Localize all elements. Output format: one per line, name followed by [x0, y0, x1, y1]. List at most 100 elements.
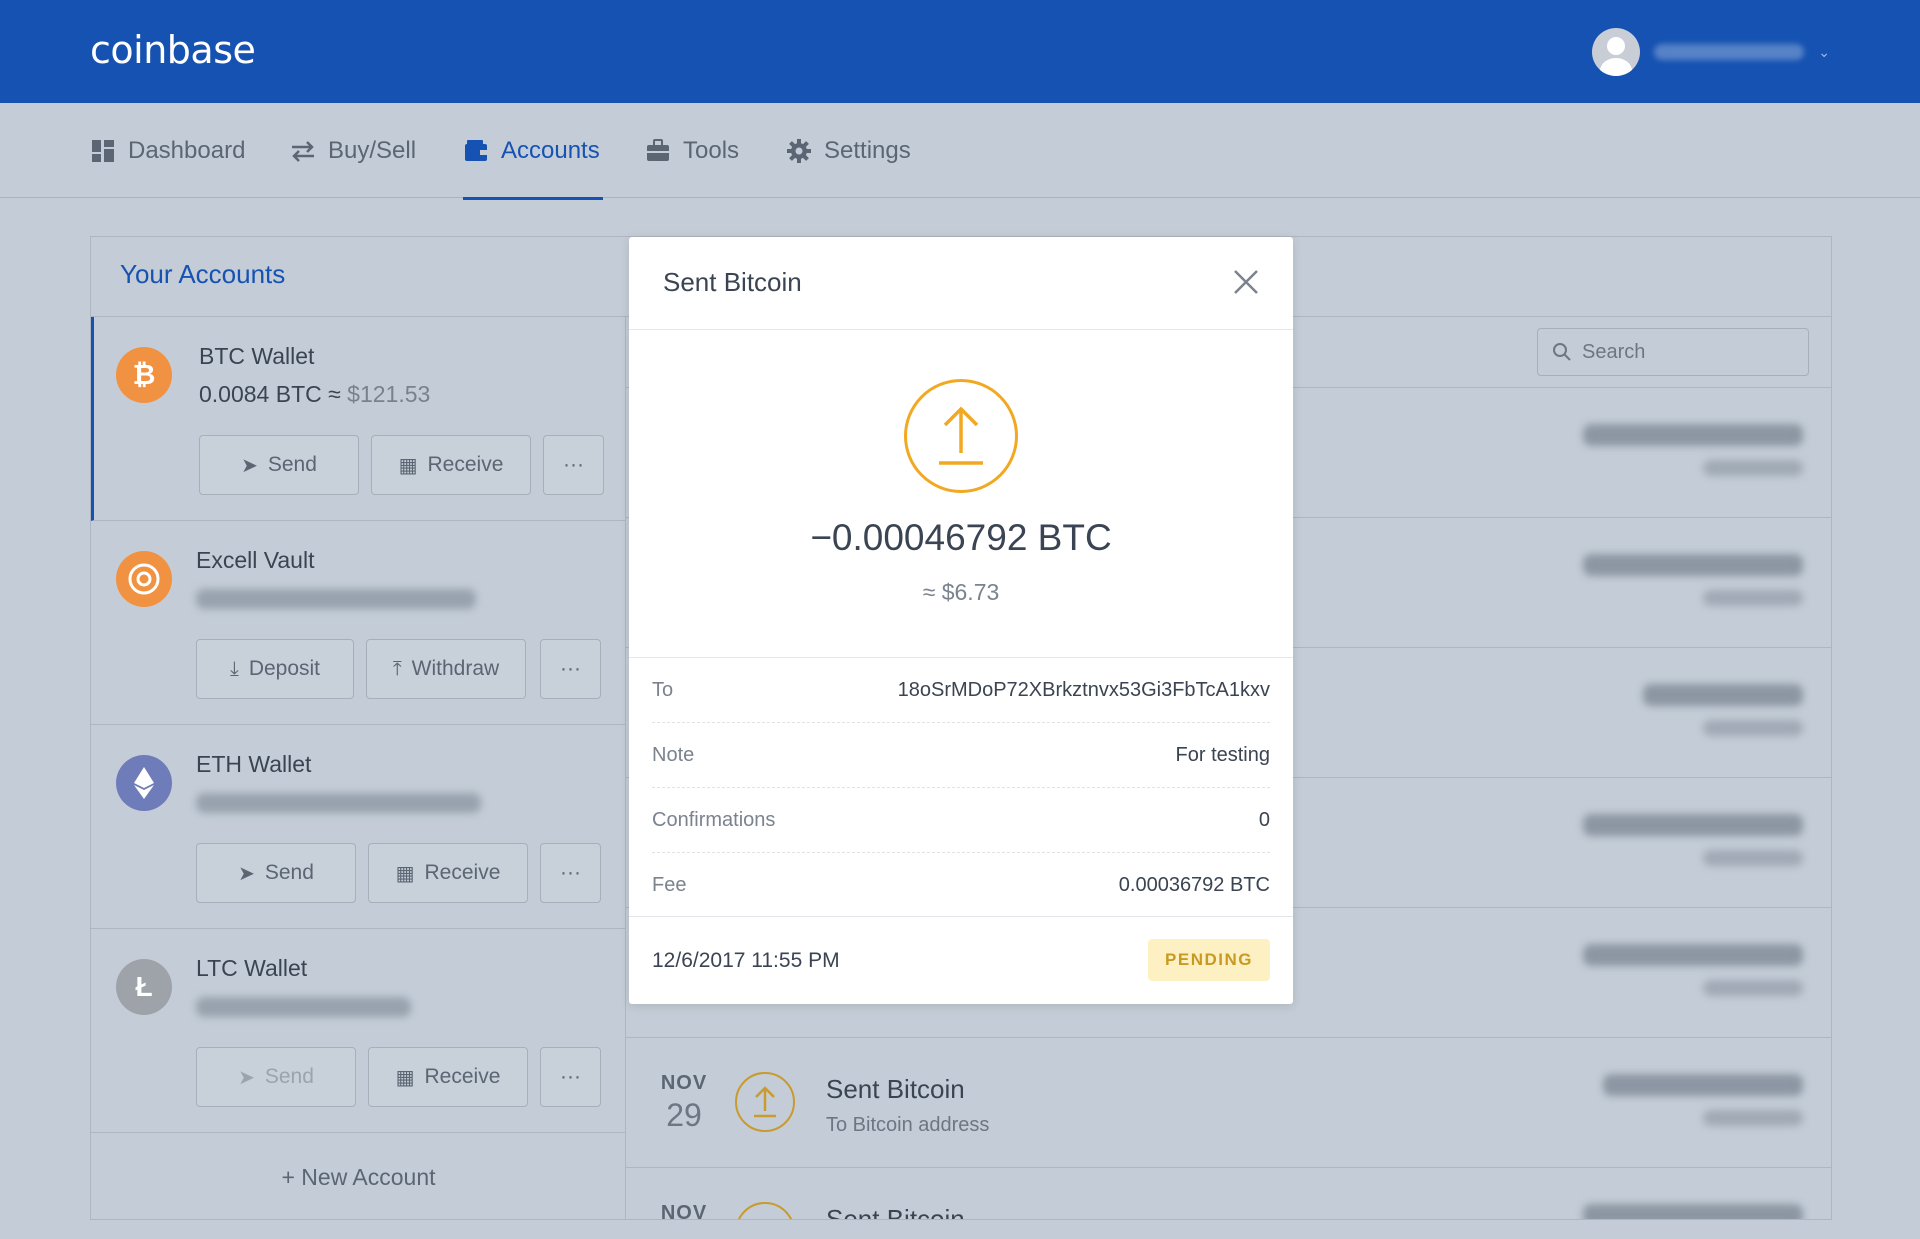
exchange-arrows-icon [290, 138, 316, 164]
send-button[interactable]: ➤ Send [196, 843, 356, 903]
search-icon [1553, 343, 1571, 361]
receive-label: Receive [427, 453, 504, 476]
nav-label: Buy/Sell [328, 137, 417, 164]
detail-label: To [652, 678, 674, 701]
vault-icon [116, 551, 172, 607]
close-icon[interactable] [1229, 265, 1263, 299]
transaction-row[interactable]: NOV 29 Sent Bitcoin To Bitcoin address [626, 1037, 1831, 1167]
transaction-title: Sent Bitcoin [826, 1204, 965, 1220]
receive-button[interactable]: ▦ Receive [368, 843, 528, 903]
receive-button[interactable]: ▦ Receive [368, 1047, 528, 1107]
transaction-fiat: ≈ $6.73 [922, 579, 1000, 605]
transaction-subtitle: To Bitcoin address [826, 1114, 990, 1136]
new-account-button[interactable]: + New Account [91, 1133, 626, 1219]
nav-dashboard[interactable]: Dashboard [90, 133, 245, 169]
ethereum-icon [116, 755, 172, 811]
panel-title: Your Accounts [120, 259, 286, 289]
detail-label: Note [652, 743, 695, 766]
more-options-button[interactable]: ··· [540, 843, 601, 903]
account-name: ETH Wallet [196, 751, 312, 777]
withdraw-label: Withdraw [411, 657, 500, 680]
nav-accounts[interactable]: Accounts [463, 133, 600, 169]
search-input[interactable]: Search [1537, 328, 1809, 376]
search-placeholder: Search [1582, 340, 1646, 363]
transaction-title: Sent Bitcoin [826, 1074, 965, 1104]
redacted-amount [1583, 814, 1803, 836]
redacted-amount [1603, 1074, 1803, 1096]
redacted-fiat [1703, 850, 1803, 866]
account-name: BTC Wallet [199, 343, 315, 369]
sent-arrow-icon [735, 1072, 795, 1132]
transaction-detail-modal: Sent Bitcoin −0.00046792 BTC ≈ $6.73 To 1… [629, 237, 1293, 1004]
dashboard-icon [90, 138, 116, 164]
coinbase-logo[interactable]: coinbase [90, 28, 256, 72]
account-excell-vault[interactable]: Excell Vault ⤓ Deposit ⤒ Withdraw ··· [91, 521, 626, 725]
account-ltc-wallet[interactable]: Ł LTC Wallet ➤ Send ▦ Receive ··· [91, 929, 626, 1133]
account-name: LTC Wallet [196, 955, 308, 981]
transaction-month: NOV [660, 1202, 708, 1220]
detail-row-to: To 18oSrMDoP72XBrkztnvx53Gi3FbTcA1kxv [652, 658, 1270, 723]
transaction-date: NOV [654, 1202, 714, 1220]
transaction-row[interactable]: NOV Sent Bitcoin [626, 1167, 1831, 1220]
account-eth-wallet[interactable]: ETH Wallet ➤ Send ▦ Receive ··· [91, 725, 626, 929]
nav-label: Settings [824, 137, 911, 164]
chevron-down-icon[interactable]: ⌄ [1818, 44, 1830, 61]
more-options-button[interactable]: ··· [543, 435, 604, 495]
redacted-amount [1583, 944, 1803, 966]
user-menu[interactable]: ⌄ [1592, 28, 1830, 76]
redacted-balance [196, 589, 476, 609]
more-options-button[interactable]: ··· [540, 1047, 601, 1107]
modal-footer: 12/6/2017 11:55 PM PENDING [629, 916, 1293, 1004]
qr-code-icon: ▦ [395, 862, 415, 885]
deposit-label: Deposit [248, 657, 321, 680]
redacted-amount [1583, 554, 1803, 576]
top-bar: coinbase ⌄ [0, 0, 1920, 103]
send-icon: ➤ [238, 862, 255, 885]
more-label: ··· [560, 1065, 581, 1088]
accounts-sidebar: ₿ BTC Wallet 0.0084 BTC ≈ $121.53 ➤ Send … [91, 317, 626, 1219]
transaction-day: 29 [666, 1097, 702, 1133]
detail-label: Confirmations [652, 808, 776, 831]
nav-tools[interactable]: Tools [645, 133, 739, 169]
qr-code-icon: ▦ [398, 454, 418, 477]
redacted-balance [196, 997, 411, 1017]
transaction-date: NOV 29 [654, 1072, 714, 1134]
account-btc-wallet[interactable]: ₿ BTC Wallet 0.0084 BTC ≈ $121.53 ➤ Send … [91, 317, 626, 521]
status-badge: PENDING [1148, 939, 1270, 981]
nav-settings[interactable]: Settings [786, 133, 911, 169]
active-tab-indicator [463, 197, 603, 200]
redacted-fiat [1703, 980, 1803, 996]
detail-row-fee: Fee 0.00036792 BTC [652, 853, 1270, 918]
gear-icon [786, 138, 812, 164]
deposit-button[interactable]: ⤓ Deposit [196, 639, 354, 699]
transaction-amount: −0.00046792 BTC [810, 517, 1112, 558]
withdraw-button[interactable]: ⤒ Withdraw [366, 639, 526, 699]
send-button-disabled[interactable]: ➤ Send [196, 1047, 356, 1107]
nav-buy-sell[interactable]: Buy/Sell [290, 133, 416, 169]
receive-label: Receive [424, 1065, 501, 1088]
send-button[interactable]: ➤ Send [199, 435, 359, 495]
upload-icon: ⤒ [392, 657, 402, 680]
detail-row-note: Note For testing [652, 723, 1270, 788]
receive-button[interactable]: ▦ Receive [371, 435, 531, 495]
detail-value[interactable]: 18oSrMDoP72XBrkztnvx53Gi3FbTcA1kxv [898, 679, 1270, 702]
send-icon: ➤ [241, 454, 258, 477]
nav-label: Accounts [501, 137, 600, 164]
account-name: Excell Vault [196, 547, 315, 573]
sent-arrow-icon [904, 379, 1018, 493]
redacted-fiat [1703, 720, 1803, 736]
more-label: ··· [560, 657, 581, 680]
redacted-fiat [1703, 460, 1803, 476]
redacted-fiat [1703, 1110, 1803, 1126]
bitcoin-icon: ₿ [116, 347, 172, 403]
redacted-amount [1583, 1204, 1803, 1219]
main-nav: Dashboard Buy/Sell Accounts Tools Settin… [0, 103, 1920, 200]
detail-value: For testing [1175, 743, 1270, 766]
send-label: Send [264, 1065, 314, 1088]
user-name-redacted[interactable] [1654, 44, 1805, 60]
avatar[interactable] [1592, 28, 1641, 76]
nav-label: Dashboard [128, 137, 246, 164]
send-icon: ➤ [238, 1066, 255, 1089]
more-options-button[interactable]: ··· [540, 639, 601, 699]
account-balance: 0.0084 BTC ≈ $121.53 [199, 381, 430, 408]
